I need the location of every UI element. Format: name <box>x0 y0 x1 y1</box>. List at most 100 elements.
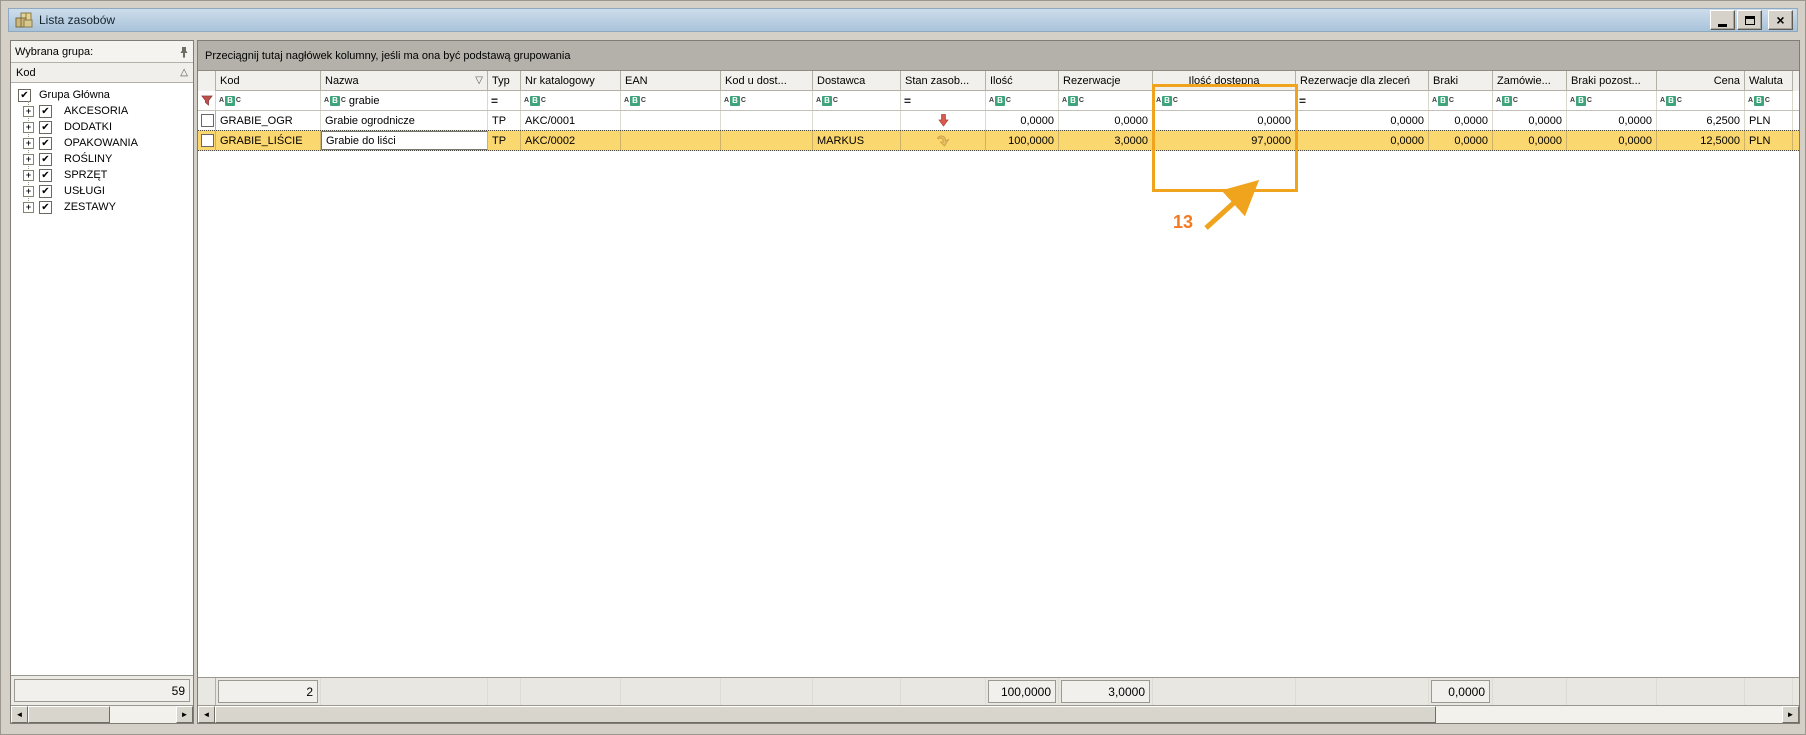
filter-cell-waluta[interactable]: ABC <box>1745 91 1793 110</box>
column-header-label: Braki pozost... <box>1571 75 1641 87</box>
tree-item-zestawy[interactable]: +✔ZESTAWY <box>17 199 193 215</box>
minimize-button[interactable] <box>1710 10 1735 30</box>
tree-checkbox[interactable]: ✔ <box>39 169 52 182</box>
filter-cell-dostawca[interactable]: ABC <box>813 91 901 110</box>
expand-plus-icon[interactable]: + <box>23 138 34 149</box>
column-header-label: Kod <box>220 75 240 87</box>
column-header-ilosc_dostepna[interactable]: Ilość dostępna <box>1153 71 1296 91</box>
minimize-icon <box>1718 24 1727 27</box>
group-by-box[interactable]: Przeciągnij tutaj nagłówek kolumny, jeśl… <box>198 41 1799 71</box>
expand-plus-icon[interactable]: + <box>23 186 34 197</box>
column-header-nazwa[interactable]: Nazwa▽ <box>321 71 488 91</box>
group-column-header[interactable]: Kod △ <box>11 63 193 83</box>
column-header-nr_katalogowy[interactable]: Nr katalogowy <box>521 71 621 91</box>
cell-nr_katalogowy: AKC/0002 <box>521 131 621 150</box>
filter-cell-stan_zasobow[interactable]: = <box>901 91 986 110</box>
abc-filter-icon: ABC <box>1660 96 1682 106</box>
tree-checkbox[interactable]: ✔ <box>39 121 52 134</box>
scroll-thumb[interactable] <box>215 706 1436 723</box>
pin-icon[interactable] <box>179 46 189 58</box>
scroll-thumb[interactable] <box>28 706 110 723</box>
summary-value-braki: 0,0000 <box>1431 680 1490 703</box>
column-header-stan_zasobow[interactable]: Stan zasob... <box>901 71 986 91</box>
column-header-ean[interactable]: EAN <box>621 71 721 91</box>
tree-root-item[interactable]: ✔ Grupa Główna <box>17 87 193 103</box>
summary-cell-kod_u_dostawcy <box>721 678 813 705</box>
tree-checkbox[interactable]: ✔ <box>39 153 52 166</box>
filter-cell-zamowienia[interactable]: ABC <box>1493 91 1567 110</box>
filter-row-indicator[interactable] <box>198 91 216 110</box>
group-count: 59 <box>14 679 190 702</box>
cell-waluta: PLN <box>1745 131 1793 150</box>
tree-checkbox[interactable]: ✔ <box>18 89 31 102</box>
expand-plus-icon[interactable]: + <box>23 106 34 117</box>
column-header-waluta[interactable]: Waluta <box>1745 71 1793 91</box>
row-checkbox[interactable] <box>201 134 214 147</box>
tree-root-label: Grupa Główna <box>35 89 110 101</box>
tree-checkbox[interactable]: ✔ <box>39 137 52 150</box>
annotation-label: 13 <box>1173 212 1193 233</box>
scroll-right-button[interactable]: ► <box>176 706 193 723</box>
column-header-dostawca[interactable]: Dostawca <box>813 71 901 91</box>
summary-cell-ilosc_dostepna <box>1153 678 1296 705</box>
maximize-button[interactable] <box>1737 10 1762 30</box>
column-header-label: Cena <box>1714 75 1740 87</box>
filter-cell-rezerwacje_dla_zlecen[interactable]: = <box>1296 91 1429 110</box>
expand-plus-icon[interactable]: + <box>23 202 34 213</box>
cell-ilosc_dostepna: 97,0000 <box>1153 131 1296 150</box>
scroll-right-button[interactable]: ► <box>1782 706 1799 723</box>
table-row[interactable]: GRABIE_LIŚCIEGrabie do liściTPAKC/0002MA… <box>198 130 1799 151</box>
tree-item-usługi[interactable]: +✔USŁUGI <box>17 183 193 199</box>
cell-braki_pozostale: 0,0000 <box>1567 111 1657 130</box>
column-header-typ[interactable]: Typ <box>488 71 521 91</box>
filter-cell-rezerwacje[interactable]: ABC <box>1059 91 1153 110</box>
row-checkbox[interactable] <box>201 114 214 127</box>
expand-plus-icon[interactable]: + <box>23 122 34 133</box>
scroll-left-button[interactable]: ◄ <box>198 706 215 723</box>
filter-cell-cena[interactable]: ABC <box>1657 91 1745 110</box>
cell-rezerwacje_dla_zlecen: 0,0000 <box>1296 111 1429 130</box>
tree-item-akcesoria[interactable]: +✔AKCESORIA <box>17 103 193 119</box>
tree-item-rośliny[interactable]: +✔ROŚLINY <box>17 151 193 167</box>
filter-cell-ean[interactable]: ABC <box>621 91 721 110</box>
scroll-track[interactable] <box>1436 706 1782 723</box>
summary-value-rezerwacje: 3,0000 <box>1061 680 1150 703</box>
filter-cell-braki[interactable]: ABC <box>1429 91 1493 110</box>
row-select-cell <box>198 131 216 150</box>
column-header-label: Zamówie... <box>1497 75 1551 87</box>
table-row[interactable]: GRABIE_OGRGrabie ogrodniczeTPAKC/00010,0… <box>198 111 1799 131</box>
filter-cell-nr_katalogowy[interactable]: ABC <box>521 91 621 110</box>
column-header-rezerwacje[interactable]: Rezerwacje <box>1059 71 1153 91</box>
grid-hscrollbar: ◄ ► <box>198 705 1799 723</box>
column-header-kod[interactable]: Kod <box>216 71 321 91</box>
tree-checkbox[interactable]: ✔ <box>39 185 52 198</box>
filter-cell-ilosc[interactable]: ABC <box>986 91 1059 110</box>
column-header-rezerwacje_dla_zlecen[interactable]: Rezerwacje dla zleceń <box>1296 71 1429 91</box>
expand-plus-icon[interactable]: + <box>23 154 34 165</box>
scroll-left-button[interactable]: ◄ <box>11 706 28 723</box>
tree-item-dodatki[interactable]: +✔DODATKI <box>17 119 193 135</box>
close-button[interactable]: × <box>1768 10 1793 30</box>
filter-cell-ilosc_dostepna[interactable]: ABC <box>1153 91 1296 110</box>
summary-cell-waluta <box>1745 678 1793 705</box>
tree-checkbox[interactable]: ✔ <box>39 201 52 214</box>
filter-cell-nazwa[interactable]: ABCgrabie <box>321 91 488 110</box>
column-header-ilosc[interactable]: Ilość <box>986 71 1059 91</box>
column-header-zamowienia[interactable]: Zamówie... <box>1493 71 1567 91</box>
filter-cell-braki_pozostale[interactable]: ABC <box>1567 91 1657 110</box>
tree-item-label: OPAKOWANIA <box>56 137 138 149</box>
filter-cell-kod_u_dostawcy[interactable]: ABC <box>721 91 813 110</box>
column-header-braki[interactable]: Braki <box>1429 71 1493 91</box>
tree-checkbox[interactable]: ✔ <box>39 105 52 118</box>
tree-item-opakowania[interactable]: + ✔ OPAKOWANIA <box>17 135 193 151</box>
filter-cell-typ[interactable]: = <box>488 91 521 110</box>
tree-item-sprzęt[interactable]: +✔SPRZĘT <box>17 167 193 183</box>
column-header-label: Dostawca <box>817 75 865 87</box>
column-header-cena[interactable]: Cena <box>1657 71 1745 91</box>
summary-cell-zamowienia <box>1493 678 1567 705</box>
scroll-track[interactable] <box>110 706 176 723</box>
expand-plus-icon[interactable]: + <box>23 170 34 181</box>
filter-cell-kod[interactable]: ABC <box>216 91 321 110</box>
column-header-kod_u_dostawcy[interactable]: Kod u dost... <box>721 71 813 91</box>
column-header-braki_pozostale[interactable]: Braki pozost... <box>1567 71 1657 91</box>
